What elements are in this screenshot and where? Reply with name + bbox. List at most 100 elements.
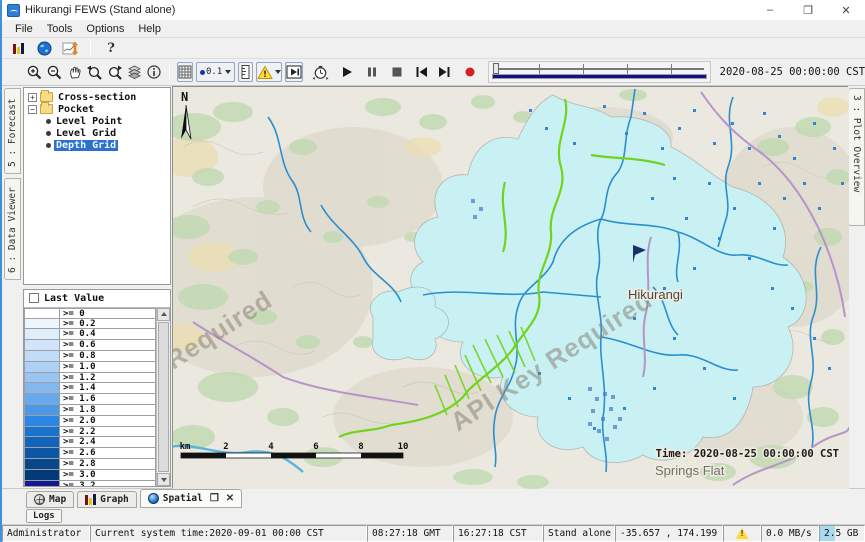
logs-button[interactable]: Logs [26, 509, 62, 523]
legend-row[interactable]: >= 0.2 [24, 319, 156, 330]
scroll-down-icon[interactable] [157, 473, 170, 486]
legend-panel: Last Value >= 0 >= 0.2 >= 0.4 [23, 289, 171, 487]
app-window: Hikurangi FEWS (Stand alone) – ❐ ✕ FileT… [0, 0, 865, 542]
expand-icon[interactable]: + [28, 93, 37, 102]
tab-graph[interactable]: Graph [77, 491, 137, 508]
tab-data-viewer[interactable]: 6 : Data Viewer [4, 178, 21, 280]
pan-hand-icon[interactable] [66, 62, 83, 82]
legend-row[interactable]: >= 1.6 [24, 394, 156, 405]
status-gmt-time: 08:27:18 GMT [367, 525, 453, 542]
last-value-checkbox[interactable] [29, 293, 39, 303]
timer-settings-icon[interactable] [312, 62, 329, 82]
menu-item[interactable]: Tools [40, 22, 80, 36]
menu-item[interactable]: Help [131, 22, 168, 36]
window-title: Hikurangi FEWS (Stand alone) [25, 4, 175, 16]
toolbar-separator [90, 40, 91, 56]
legend-row[interactable]: >= 0.8 [24, 351, 156, 362]
status-mode: Stand alone [543, 525, 615, 542]
scroll-up-icon[interactable] [157, 308, 170, 321]
zoom-next-icon[interactable] [106, 62, 123, 82]
layer-bullet-icon [46, 143, 51, 148]
pause-button[interactable] [365, 62, 379, 82]
tab-close-icon[interactable]: ✕ [226, 493, 234, 504]
legend-row[interactable]: >= 0.6 [24, 340, 156, 351]
tab-forecast[interactable]: 5 : Forecast [4, 88, 21, 174]
time-slider[interactable] [488, 61, 711, 83]
contour-threshold-dropdown[interactable]: 0.1 [196, 62, 235, 82]
legend-row[interactable]: >= 3.2 [24, 481, 156, 486]
legend-scale-list: >= 0 >= 0.2 >= 0.4 >= 0.6 >= 0.8 [24, 308, 156, 486]
time-slider-handle[interactable] [493, 63, 499, 74]
legend-row[interactable]: >= 1.8 [24, 405, 156, 416]
layers-tree: + Cross-section − Pocket Level Point Lev… [23, 87, 171, 285]
folder-icon [40, 92, 53, 102]
legend-row[interactable]: >= 0 [24, 308, 156, 319]
collapse-icon[interactable]: − [28, 105, 37, 114]
legend-row[interactable]: >= 2.2 [24, 427, 156, 438]
legend-color-swatch [24, 427, 60, 438]
stop-button[interactable] [390, 62, 404, 82]
legend-row[interactable]: >= 2.8 [24, 459, 156, 470]
legend-color-swatch [24, 459, 60, 470]
menu-item[interactable]: File [8, 22, 40, 36]
zoom-out-icon[interactable] [46, 62, 63, 82]
logs-row: Logs [2, 508, 865, 524]
play-button[interactable] [340, 62, 354, 82]
bottom-tab-bar: Map Graph Spatial ❐ ✕ [2, 488, 865, 508]
tab-plot-overview[interactable]: 3 : Plot Overview [848, 88, 865, 226]
tab-map[interactable]: Map [26, 491, 74, 508]
folder-icon [40, 104, 53, 114]
time-slider-span-bar [492, 74, 707, 79]
menu-item[interactable]: Options [79, 22, 131, 36]
animation-button[interactable] [285, 62, 303, 82]
zoom-previous-icon[interactable] [86, 62, 103, 82]
ruler-scale-button[interactable] [238, 62, 253, 82]
zoom-in-icon[interactable] [26, 62, 43, 82]
globe-icon[interactable] [34, 38, 54, 58]
status-coordinates: -35.657 , 174.199 [615, 525, 723, 542]
legend-row[interactable]: >= 3.0 [24, 470, 156, 481]
legend-row[interactable]: >= 0.4 [24, 329, 156, 340]
legend-scrollbar[interactable] [156, 308, 170, 486]
legend-row[interactable]: >= 2.6 [24, 448, 156, 459]
legend-row[interactable]: >= 1.0 [24, 362, 156, 373]
help-button[interactable]: ? [101, 38, 121, 58]
map-canvas[interactable]: API Key Required API Key Required N [172, 86, 848, 488]
legend-color-swatch [24, 416, 60, 427]
record-button[interactable] [463, 62, 477, 82]
status-warning[interactable] [723, 525, 761, 542]
toolbar-separator [169, 64, 170, 80]
tree-leaf-depth-grid[interactable]: Depth Grid [24, 139, 170, 151]
tab-maximize-icon[interactable]: ❐ [210, 493, 219, 504]
status-system-time: Current system time:2020-09-01 00:00 CST [90, 525, 367, 542]
layers-icon[interactable] [126, 62, 143, 82]
warning-icon [736, 528, 749, 539]
scrollbar-thumb[interactable] [158, 322, 169, 472]
tab-spatial[interactable]: Spatial ❐ ✕ [140, 489, 242, 508]
legend-row[interactable]: >= 1.4 [24, 383, 156, 394]
legend-row[interactable]: >= 1.2 [24, 373, 156, 384]
maximize-button[interactable]: ❐ [789, 0, 827, 20]
legend-row[interactable]: >= 2.4 [24, 437, 156, 448]
info-icon[interactable] [146, 62, 162, 82]
legend-row[interactable]: >= 2.0 [24, 416, 156, 427]
title-bar: Hikurangi FEWS (Stand alone) – ❐ ✕ [2, 0, 865, 20]
step-forward-button[interactable] [438, 62, 452, 82]
tree-leaf-level-grid[interactable]: Level Grid [24, 127, 170, 139]
minimize-button[interactable]: – [751, 0, 789, 20]
tree-leaf-level-point[interactable]: Level Point [24, 115, 170, 127]
tree-node-pocket[interactable]: − Pocket [24, 103, 170, 115]
step-back-button[interactable] [415, 62, 429, 82]
current-timestep-label: 2020-08-25 00:00:00 CST [720, 66, 865, 78]
close-button[interactable]: ✕ [827, 0, 865, 20]
database-bars-icon[interactable] [8, 38, 28, 58]
svg-text:4: 4 [268, 442, 274, 452]
chevron-down-icon [225, 70, 231, 74]
legend-color-swatch [24, 481, 60, 486]
thresholds-warning-dropdown[interactable] [256, 62, 282, 82]
rating-curve-icon[interactable] [60, 38, 80, 58]
left-tab-strip: 5 : Forecast 6 : Data Viewer [2, 86, 22, 488]
grid-layer-button[interactable] [177, 62, 193, 82]
time-slider-rail [495, 68, 704, 70]
locality-label: Springs Flat [655, 463, 725, 478]
